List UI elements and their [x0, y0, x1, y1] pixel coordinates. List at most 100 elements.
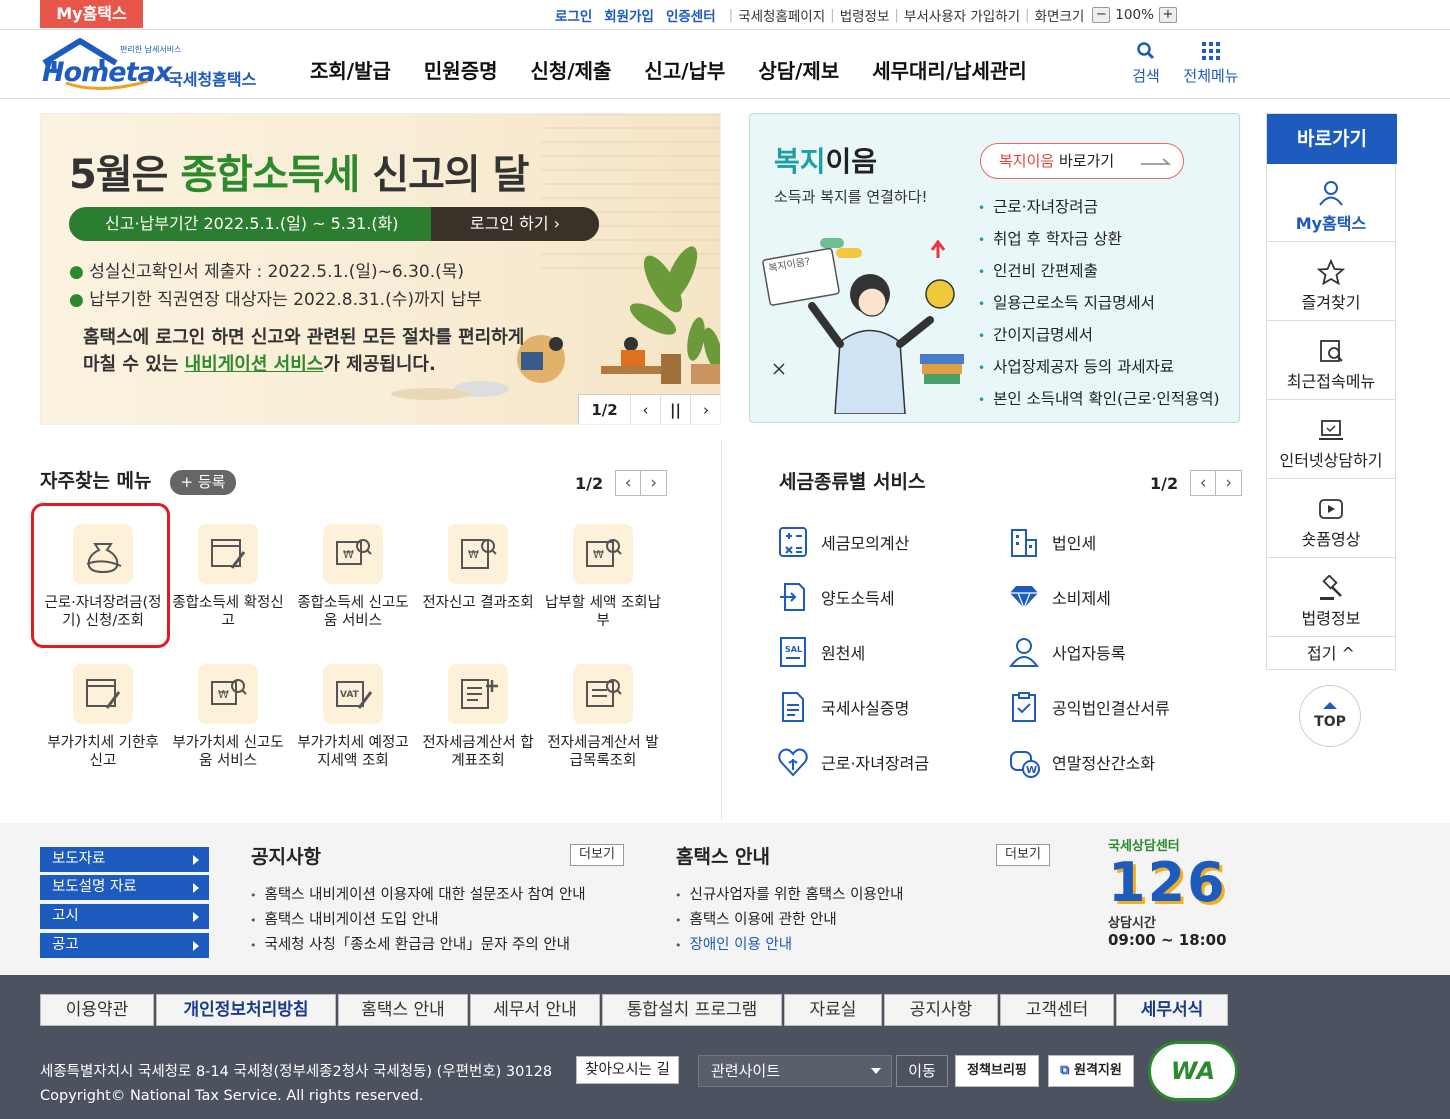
directions-button[interactable]: 찾아오시는 길 — [576, 1056, 679, 1084]
welfare-go-button[interactable]: 복지이음 바로가기 — [980, 143, 1184, 179]
guide-list-item[interactable]: 신규사업자를 위한 홈택스 이용안내 — [675, 883, 904, 908]
guide-list-item[interactable]: 장애인 이용 안내 — [675, 933, 903, 958]
frequent-menu-item[interactable]: 부가가치세 기한후 신고 — [41, 664, 165, 770]
quick-my-hometax[interactable]: My홈택스 — [1267, 164, 1395, 242]
footer-link[interactable]: 고객센터 — [1000, 994, 1114, 1026]
go-button[interactable]: 이동 — [896, 1055, 948, 1087]
nav-civil-cert[interactable]: 민원증명 — [424, 55, 498, 84]
footer-link[interactable]: 세무서식 — [1116, 994, 1228, 1026]
main-banner[interactable]: 5월은 종합소득세 신고의 달 신고·납부기간 2022.5.1.(일) ~ 5… — [40, 113, 721, 425]
tax-next-button[interactable]: › — [1216, 470, 1243, 496]
footer-link[interactable]: 자료실 — [784, 994, 882, 1026]
notice-list-item[interactable]: 홈택스 내비게이션 도입 안내 — [250, 908, 586, 933]
frequent-prev-button[interactable]: ‹ — [615, 470, 642, 496]
cert-center-link[interactable]: 인증센터 — [664, 5, 718, 25]
hometax-logo[interactable]: 편리한 납세서비스 Hometax 국세청홈택스 — [40, 37, 270, 93]
my-hometax-tab[interactable]: My홈택스 — [40, 0, 143, 28]
banner-title-part: 신고의 달 — [359, 152, 529, 198]
zoom-in-button[interactable]: + — [1158, 7, 1177, 23]
nts-home-link[interactable]: 국세청홈페이지 — [736, 5, 827, 25]
scroll-top-button[interactable]: TOP — [1299, 685, 1361, 747]
banner-prev-button[interactable]: ‹ — [631, 395, 661, 424]
policy-briefing-link[interactable]: 정책브리핑 — [955, 1055, 1039, 1087]
welfare-list-item[interactable]: 본인 소득내역 확인(근로·인적용역) — [978, 384, 1220, 416]
footer-link[interactable]: 통합설치 프로그램 — [602, 994, 782, 1026]
login-link[interactable]: 로그인 — [553, 5, 594, 25]
law-info-link[interactable]: 법령정보 — [838, 5, 892, 25]
user-icon — [1319, 181, 1343, 206]
tax-service-item[interactable]: 소비제세 — [1008, 581, 1111, 613]
frequent-menu-item[interactable]: ₩ 종합소득세 신고도움 서비스 — [291, 524, 415, 630]
tax-service-item[interactable]: W 연말정산간소화 — [1008, 746, 1155, 778]
notice-public-button[interactable]: 고시 — [40, 904, 209, 929]
tax-service-item[interactable]: 양도소득세 — [777, 581, 895, 613]
nav-apply-submit[interactable]: 신청/제출 — [531, 55, 612, 84]
notice-list-item[interactable]: 국세청 사칭「종소세 환급금 안내」문자 주의 안내 — [250, 933, 586, 958]
welfare-list-item[interactable]: 인건비 간편제출 — [978, 256, 1220, 288]
nav-inquiry-issue[interactable]: 조회/발급 — [310, 55, 391, 84]
join-link[interactable]: 회원가입 — [602, 5, 656, 25]
frequent-menu-item[interactable]: VAT 부가가치세 예정고지세액 조회 — [291, 664, 415, 770]
tax-service-item[interactable]: 사업자등록 — [1008, 636, 1126, 668]
register-menu-button[interactable]: + 등록 — [170, 470, 236, 495]
quick-online-consult[interactable]: 인터넷상담하기 — [1267, 401, 1395, 479]
banner-login-button[interactable]: 로그인 하기 › — [431, 207, 599, 241]
banner-next-button[interactable]: › — [691, 395, 720, 424]
svg-text:₩: ₩ — [343, 548, 354, 561]
press-release-button[interactable]: 보도자료 — [40, 847, 209, 872]
frequent-menu-item[interactable]: 종합소득세 확정신고 — [166, 524, 290, 630]
nav-consult-report[interactable]: 상담/제보 — [758, 55, 839, 84]
quick-law-info[interactable]: 법령정보 — [1267, 559, 1395, 637]
announcement-button[interactable]: 공고 — [40, 933, 209, 958]
payment-search-icon: ₩ — [573, 524, 633, 584]
welfare-list-item[interactable]: 사업장제공자 등의 과세자료 — [978, 352, 1220, 384]
footer-link[interactable]: 개인정보처리방침 — [156, 994, 336, 1026]
nav-tax-agent[interactable]: 세무대리/납세관리 — [872, 55, 1027, 84]
tax-service-item[interactable]: SAL 원천세 — [777, 636, 865, 668]
banner-title: 5월은 종합소득세 신고의 달 — [69, 142, 529, 200]
notice-more-button[interactable]: 더보기 — [570, 844, 624, 866]
tax-service-item[interactable]: 국세사실증명 — [777, 691, 909, 723]
frequent-menu-item[interactable]: ₩ 부가가치세 신고도움 서비스 — [166, 664, 290, 770]
quick-short-video[interactable]: 숏폼영상 — [1267, 480, 1395, 558]
tax-service-item[interactable]: 세금모의계산 — [777, 526, 909, 558]
frequent-menu-item[interactable]: 근로·자녀장려금(정기) 신청/조회 — [41, 524, 165, 630]
frequent-next-button[interactable]: › — [641, 470, 668, 496]
search-button[interactable]: 검색 — [1126, 41, 1166, 86]
frequent-menu-item[interactable]: ₩ 전자신고 결과조회 — [416, 524, 540, 612]
tax-service-item[interactable]: 법인세 — [1008, 526, 1096, 558]
frequent-item-label: 부가가치세 예정고지세액 조회 — [297, 735, 409, 769]
frequent-menu-item[interactable]: 전자세금계산서 합계표조회 — [416, 664, 540, 770]
zoom-out-button[interactable]: − — [1092, 7, 1111, 23]
guide-more-button[interactable]: 더보기 — [996, 844, 1050, 866]
welfare-list-item[interactable]: 취업 후 학자금 상환 — [978, 224, 1220, 256]
remote-support-link[interactable]: ⧉ 원격지원 — [1048, 1055, 1134, 1087]
navigation-service-link[interactable]: 내비게이션 서비스 — [185, 354, 324, 375]
tax-service-item[interactable]: 공익법인결산서류 — [1008, 691, 1170, 723]
footer-link[interactable]: 세무서 안내 — [470, 994, 600, 1026]
frequent-item-label: 납부할 세액 조회납부 — [545, 595, 661, 629]
nav-report-pay[interactable]: 신고/납부 — [644, 55, 725, 84]
frequent-menu-item[interactable]: 전자세금계산서 발급목록조회 — [541, 664, 665, 770]
press-explanation-button[interactable]: 보도설명 자료 — [40, 875, 209, 900]
footer-link[interactable]: 이용약관 — [40, 994, 154, 1026]
guide-list-item[interactable]: 홈택스 이용에 관한 안내 — [675, 908, 903, 933]
all-menu-button[interactable]: 전체메뉴 — [1178, 41, 1244, 86]
welfare-list-item[interactable]: 일용근로소득 지급명세서 — [978, 288, 1220, 320]
notice-list-item[interactable]: 홈택스 내비게이션 이용자에 대한 설문조사 참여 안내 — [250, 883, 586, 908]
tax-service-item[interactable]: 근로·자녀장려금 — [777, 746, 929, 778]
welfare-list-item[interactable]: 근로·자녀장려금 — [978, 192, 1220, 224]
quick-item-label: 숏폼영상 — [1301, 530, 1361, 549]
quick-favorites[interactable]: 즐겨찾기 — [1267, 243, 1395, 321]
quick-fold-button[interactable]: 접기 ^ — [1267, 638, 1395, 670]
footer-link[interactable]: 홈택스 안내 — [338, 994, 468, 1026]
related-sites-select[interactable]: 관련사이트 — [698, 1055, 892, 1087]
footer-link[interactable]: 공지사항 — [884, 994, 998, 1026]
notice-title: 공지사항 — [251, 846, 321, 868]
tax-prev-button[interactable]: ‹ — [1190, 470, 1217, 496]
banner-pause-button[interactable]: || — [661, 395, 691, 424]
frequent-menu-item[interactable]: ₩ 납부할 세액 조회납부 — [541, 524, 665, 630]
welfare-list-item[interactable]: 간이지급명세서 — [978, 320, 1220, 352]
dept-join-link[interactable]: 부서사용자 가입하기 — [902, 5, 1022, 25]
quick-recent-menu[interactable]: 최근접속메뉴 — [1267, 322, 1395, 400]
